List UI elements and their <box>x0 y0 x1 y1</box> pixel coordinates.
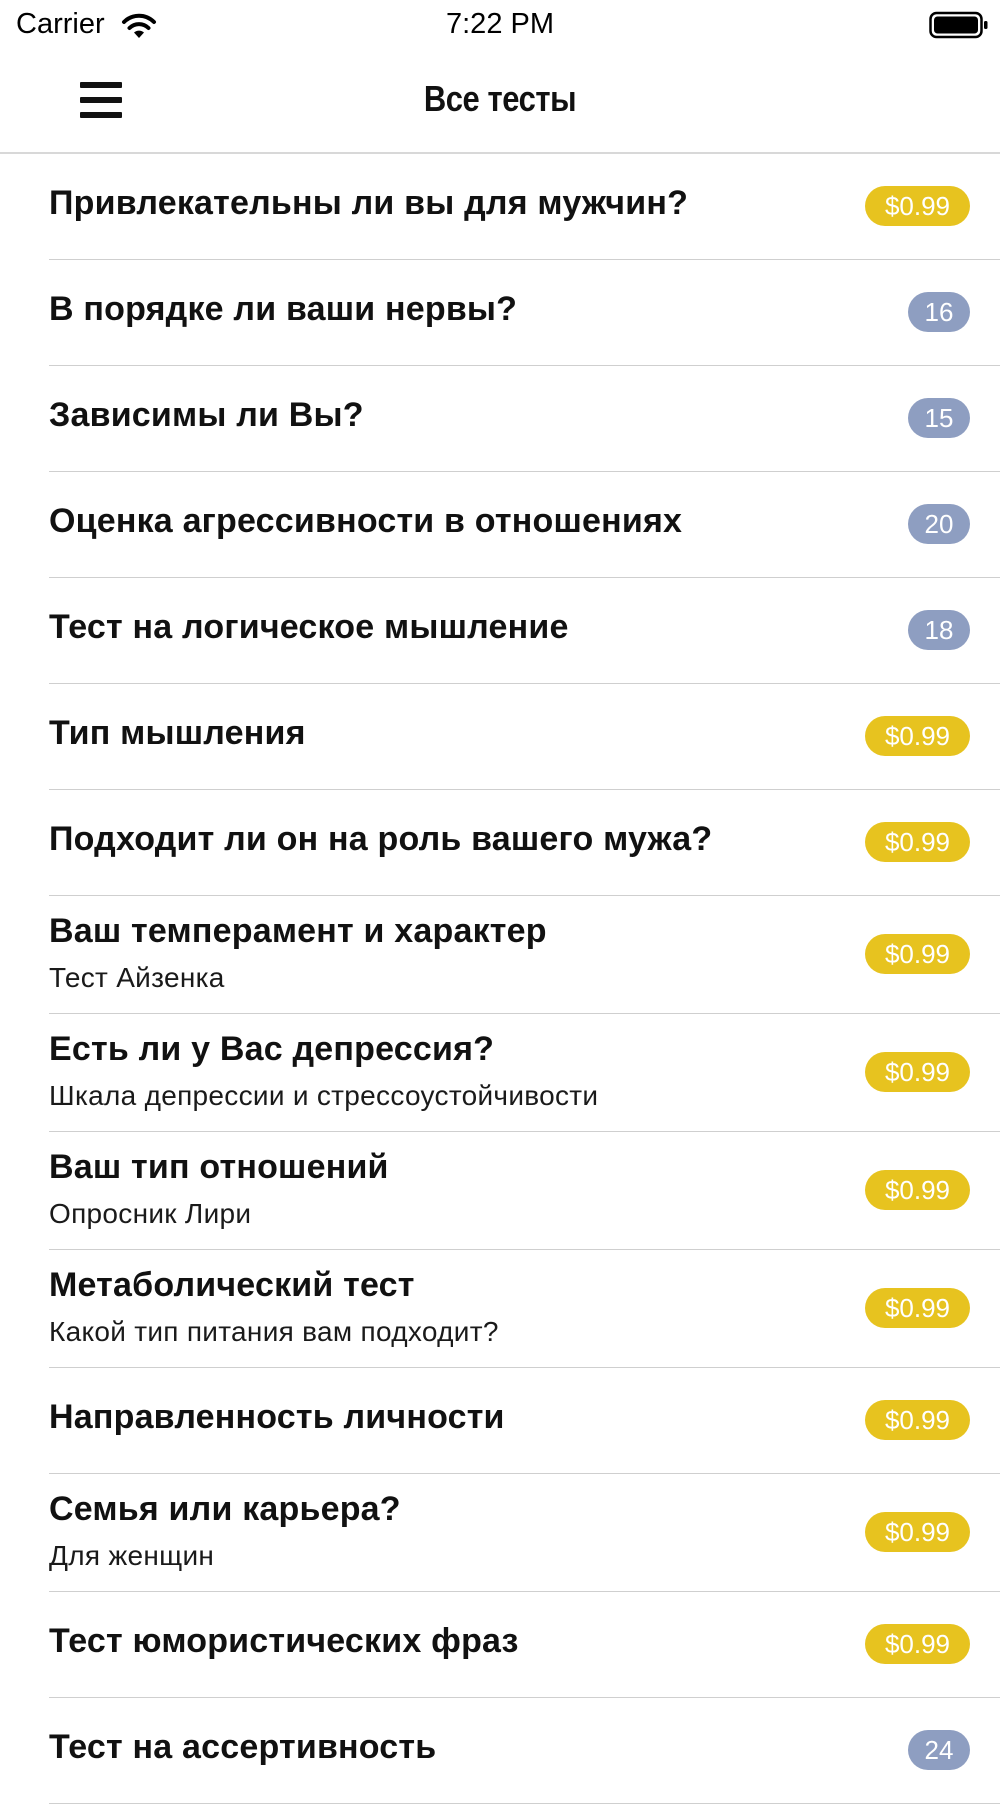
test-list-item[interactable]: Тип мышления $0.99 <box>0 684 1000 790</box>
question-count-badge: 15 <box>908 398 970 438</box>
price-badge: $0.99 <box>865 1052 970 1092</box>
test-title: Есть ли у Вас депрессия? <box>49 1030 495 1068</box>
test-list-item[interactable]: Привлекательны ли вы для мужчин? $0.99 <box>0 154 1000 260</box>
page-title: Все тесты <box>423 78 577 119</box>
price-badge: $0.99 <box>865 1512 970 1552</box>
test-title: В порядке ли ваши нервы? <box>49 290 518 328</box>
test-list-item[interactable]: Семья или карьера? Для женщин $0.99 <box>0 1474 1000 1592</box>
test-list-item[interactable]: Ваш тип отношений Опросник Лири $0.99 <box>0 1132 1000 1250</box>
test-list-item[interactable]: Ваш темперамент и характер Тест Айзенка $0… <box>0 896 1000 1014</box>
price-badge: $0.99 <box>865 1170 970 1210</box>
question-count-badge: 24 <box>908 1730 970 1770</box>
test-subtitle: Для женщин <box>49 1540 215 1571</box>
price-badge: $0.99 <box>865 1624 970 1664</box>
status-bar: Carrier 7:22 PM <box>0 0 1000 50</box>
test-list-item[interactable]: Оценка агрессивности в отношениях 20 <box>0 472 1000 578</box>
test-list-item[interactable]: Тест на ассертивность 24 <box>0 1698 1000 1804</box>
test-title: Оценка агрессивности в отношениях <box>49 502 683 540</box>
battery-icon <box>929 11 988 39</box>
test-list-item[interactable]: Подходит ли он на роль вашего мужа? $0.99 <box>0 790 1000 896</box>
price-badge: $0.99 <box>865 186 970 226</box>
test-title: Метаболический тест <box>49 1266 415 1304</box>
test-list-item[interactable]: Тест юмористических фраз $0.99 <box>0 1592 1000 1698</box>
navigation-bar: Все тесты <box>0 50 1000 154</box>
test-title: Тип мышления <box>49 714 306 752</box>
test-title: Направленность личности <box>49 1398 505 1436</box>
test-title: Подходит ли он на роль вашего мужа? <box>49 820 713 858</box>
test-list-item[interactable]: Направленность личности $0.99 <box>0 1368 1000 1474</box>
test-list-item[interactable]: Есть ли у Вас депрессия? Шкала депрессии … <box>0 1014 1000 1132</box>
test-subtitle: Какой тип питания вам подходит? <box>49 1316 499 1347</box>
test-subtitle: Опросник Лири <box>49 1198 252 1229</box>
test-list-item[interactable]: Тест на логическое мышление 18 <box>0 578 1000 684</box>
status-time: 7:22 PM <box>446 8 554 40</box>
test-list-item[interactable]: В порядке ли ваши нервы? 16 <box>0 260 1000 366</box>
test-title: Семья или карьера? <box>49 1490 401 1528</box>
test-title: Зависимы ли Вы? <box>49 396 364 434</box>
price-badge: $0.99 <box>865 1288 970 1328</box>
price-badge: $0.99 <box>865 716 970 756</box>
price-badge: $0.99 <box>865 934 970 974</box>
test-list-item[interactable]: Зависимы ли Вы? 15 <box>0 366 1000 472</box>
question-count-badge: 18 <box>908 610 970 650</box>
test-title: Ваш темперамент и характер <box>49 912 547 950</box>
test-title: Тест на ассертивность <box>49 1728 437 1766</box>
question-count-badge: 16 <box>908 292 970 332</box>
question-count-badge: 20 <box>908 504 970 544</box>
test-title: Тест юмористических фраз <box>49 1622 519 1660</box>
price-badge: $0.99 <box>865 1400 970 1440</box>
test-title: Ваш тип отношений <box>49 1148 389 1186</box>
test-title: Привлекательны ли вы для мужчин? <box>49 184 689 222</box>
tests-list: Привлекательны ли вы для мужчин? $0.99 В п… <box>0 154 1000 1804</box>
test-title: Тест на логическое мышление <box>49 608 569 646</box>
test-subtitle: Тест Айзенка <box>49 962 225 993</box>
test-list-item[interactable]: Метаболический тест Какой тип питания вам… <box>0 1250 1000 1368</box>
test-subtitle: Шкала депрессии и стрессоустойчивости <box>49 1080 599 1111</box>
price-badge: $0.99 <box>865 822 970 862</box>
